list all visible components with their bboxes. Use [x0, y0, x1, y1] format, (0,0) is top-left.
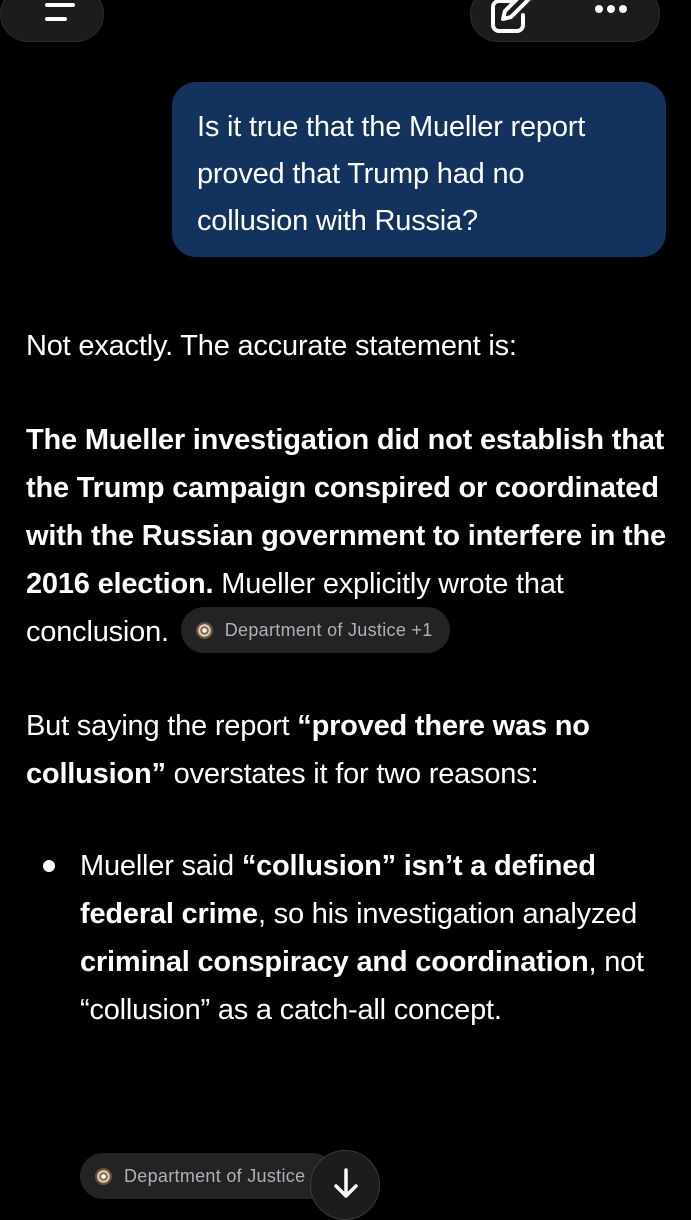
user-message-bubble: Is it true that the Mueller report prove… — [172, 82, 666, 257]
citation-chip[interactable]: Department of Justice — [80, 1153, 335, 1199]
bullet-text-1: Mueller said — [80, 850, 242, 883]
reasons-text-end: overstates it for two reasons: — [165, 758, 539, 791]
top-bar — [0, 0, 691, 50]
bullet-dot — [43, 860, 55, 873]
more-icon[interactable] — [591, 3, 631, 15]
doj-seal-icon — [95, 1167, 112, 1185]
response-intro: Not exactly. The accurate statement is: — [26, 330, 517, 362]
citation-label: Department of Justice — [124, 1166, 306, 1186]
menu-icon-bar — [45, 17, 67, 21]
list-item: Mueller said “collusion” isn’t a defined… — [26, 842, 676, 1034]
reasons-text-start: But saying the report — [26, 710, 298, 743]
compose-icon[interactable] — [489, 0, 533, 35]
bullet-citation-row: Department of Justice — [80, 1153, 335, 1199]
header-actions — [470, 0, 660, 42]
menu-icon — [45, 3, 75, 7]
assistant-response: Not exactly. The accurate statement is: … — [26, 322, 676, 1034]
scroll-down-button[interactable] — [310, 1150, 380, 1220]
response-paragraph-reasons: But saying the report “proved there was … — [26, 702, 676, 798]
user-message-text: Is it true that the Mueller report prove… — [197, 111, 586, 237]
citation-label: Department of Justice +1 — [224, 620, 433, 641]
response-paragraph-conclusion: The Mueller investigation did not establ… — [26, 416, 676, 656]
bullet-bold-2: criminal conspiracy and coordination — [80, 946, 589, 979]
menu-button[interactable] — [0, 0, 104, 42]
bullet-text-2: , so his investigation analyzed — [257, 898, 638, 931]
doj-seal-icon — [195, 621, 213, 639]
arrow-down-icon — [334, 1168, 358, 1198]
citation-chip[interactable]: Department of Justice +1 — [180, 607, 450, 654]
